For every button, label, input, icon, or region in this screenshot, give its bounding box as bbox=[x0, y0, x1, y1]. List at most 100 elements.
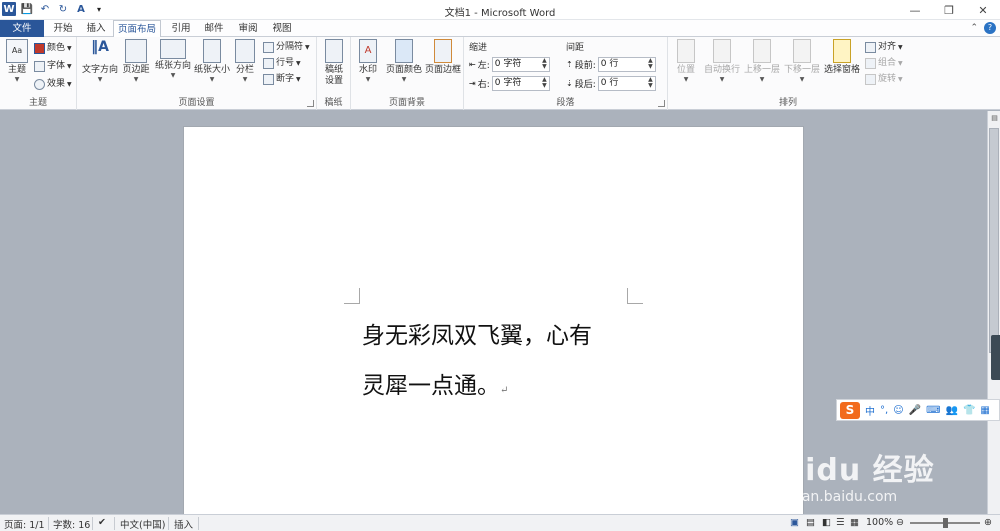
close-button[interactable]: ✕ bbox=[966, 0, 1000, 20]
effects-icon bbox=[34, 79, 45, 90]
theme-effects-label: 效果 bbox=[47, 79, 66, 89]
theme-colors-button[interactable]: 颜色 ▼ bbox=[34, 41, 72, 56]
web-layout-view-icon[interactable]: ◧ bbox=[822, 517, 831, 528]
status-divider bbox=[168, 517, 169, 530]
manuscript-label-2: 设置 bbox=[324, 76, 343, 86]
dialog-launcher-icon[interactable] bbox=[658, 100, 665, 107]
minimize-ribbon-icon[interactable]: ⌃ bbox=[970, 23, 978, 33]
margins-icon bbox=[125, 39, 147, 63]
watermark-label: 水印 bbox=[358, 65, 377, 75]
margins-button[interactable]: 页边距 ▼ bbox=[119, 39, 153, 84]
rotate-button[interactable]: 旋转 ▼ bbox=[865, 72, 903, 87]
zoom-slider-handle[interactable] bbox=[943, 518, 948, 528]
manuscript-setup-button[interactable]: 稿纸 设置 bbox=[321, 39, 347, 87]
dialog-launcher-icon[interactable] bbox=[307, 100, 314, 107]
zoom-out-icon[interactable]: ⊖ bbox=[896, 517, 904, 528]
ribbon-tabs: 文件 开始 插入 页面布局 引用 邮件 审阅 视图 ⌃ ? bbox=[0, 20, 1000, 38]
hyphenation-button[interactable]: 断字 ▼ bbox=[263, 72, 301, 87]
microphone-icon[interactable]: 🎤 bbox=[909, 405, 921, 416]
text-direction-button[interactable]: ‖A 文字方向 ▼ bbox=[80, 39, 120, 84]
align-label: 对齐 bbox=[878, 42, 897, 52]
zoom-level[interactable]: 100% bbox=[866, 517, 893, 528]
watermark-button[interactable]: A 水印 ▼ bbox=[355, 39, 381, 84]
chevron-down-icon: ▼ bbox=[799, 76, 805, 83]
indent-title: 缩进 bbox=[469, 43, 488, 53]
theme-colors-label: 颜色 bbox=[47, 43, 66, 53]
tab-references[interactable]: 引用 bbox=[166, 20, 196, 37]
word-count[interactable]: 字数: 16 bbox=[53, 517, 90, 531]
size-button[interactable]: 纸张大小 ▼ bbox=[193, 39, 231, 84]
page-borders-button[interactable]: 页面边框 bbox=[424, 39, 462, 76]
theme-effects-button[interactable]: 效果 ▼ bbox=[34, 77, 72, 92]
insert-mode[interactable]: 插入 bbox=[174, 517, 193, 531]
chevron-down-icon: ▼ bbox=[209, 76, 215, 83]
side-widget[interactable] bbox=[991, 335, 1000, 380]
page-count[interactable]: 页面: 1/1 bbox=[4, 517, 45, 531]
chevron-down-icon: ▼ bbox=[97, 76, 103, 83]
chevron-down-icon: ▼ bbox=[296, 76, 301, 83]
tab-view[interactable]: 视图 bbox=[267, 20, 297, 37]
hyphenation-label: 断字 bbox=[276, 74, 295, 84]
breaks-button[interactable]: 分隔符 ▼ bbox=[263, 40, 310, 55]
proofing-icon[interactable]: ✔ bbox=[98, 517, 106, 528]
reading-view-icon[interactable]: ▤ bbox=[806, 517, 815, 528]
group-label-paragraph: 段落 bbox=[556, 98, 575, 108]
bring-forward-label: 上移一层 bbox=[743, 65, 780, 75]
tab-home[interactable]: 开始 bbox=[48, 20, 78, 37]
group-manuscript: 稿纸 设置 稿纸 bbox=[317, 37, 351, 110]
group-icon bbox=[865, 58, 876, 69]
text-direction-icon: ‖A bbox=[91, 39, 109, 55]
draft-view-icon[interactable]: ▦ bbox=[850, 517, 859, 528]
tab-page-layout[interactable]: 页面布局 bbox=[113, 20, 161, 38]
indent-right-input[interactable]: 0 字符 ▲ ▼ bbox=[491, 76, 550, 91]
ruler-toggle-icon[interactable]: ▤ bbox=[989, 114, 1000, 125]
group-objects-button[interactable]: 组合 ▼ bbox=[865, 56, 903, 71]
help-icon[interactable]: ? bbox=[984, 22, 996, 34]
chevron-down-icon: ▼ bbox=[67, 81, 72, 88]
selection-pane-button[interactable]: 选择窗格 bbox=[822, 39, 862, 76]
toolbox-icon[interactable]: ▦ bbox=[980, 405, 989, 416]
columns-icon bbox=[235, 39, 255, 63]
emoji-icon[interactable]: ☺ bbox=[893, 405, 903, 416]
ime-mode-toggle[interactable]: 中 bbox=[865, 403, 875, 418]
restore-button[interactable]: ❐ bbox=[932, 0, 966, 20]
send-backward-icon bbox=[793, 39, 811, 63]
sogou-logo-icon[interactable]: S bbox=[840, 401, 860, 419]
document-body[interactable]: 身无彩凤双飞翼，心有 灵犀一点通。↵ bbox=[362, 311, 642, 416]
indent-left-input[interactable]: 0 字符 ▲ ▼ bbox=[491, 57, 550, 72]
minimize-button[interactable]: — bbox=[898, 0, 932, 20]
orientation-button[interactable]: 纸张方向 ▼ bbox=[153, 39, 193, 80]
tab-mailings[interactable]: 邮件 bbox=[199, 20, 229, 37]
chevron-down-icon: ▼ bbox=[242, 76, 248, 83]
zoom-in-icon[interactable]: ⊕ bbox=[984, 517, 992, 528]
send-backward-label: 下移一层 bbox=[783, 65, 820, 75]
tab-review[interactable]: 审阅 bbox=[233, 20, 263, 37]
keyboard-icon[interactable]: ⌨ bbox=[926, 405, 940, 416]
scrollbar-thumb[interactable] bbox=[989, 128, 999, 353]
ime-punctuation-icon[interactable]: °, bbox=[880, 405, 888, 416]
wrap-text-button[interactable]: 自动换行 ▼ bbox=[702, 39, 742, 84]
document-page[interactable]: 身无彩凤双飞翼，心有 灵犀一点通。↵ bbox=[183, 126, 804, 514]
align-button[interactable]: 对齐 ▼ bbox=[865, 40, 903, 55]
status-divider bbox=[198, 517, 199, 530]
margin-corner-mark bbox=[627, 288, 643, 304]
bring-forward-button[interactable]: 上移一层 ▼ bbox=[742, 39, 782, 84]
spacing-before-input[interactable]: 0 行 ▲ ▼ bbox=[597, 57, 656, 72]
language-indicator[interactable]: 中文(中国) bbox=[120, 517, 165, 531]
user-icon[interactable]: 👥 bbox=[946, 405, 958, 416]
send-backward-button[interactable]: 下移一层 ▼ bbox=[782, 39, 822, 84]
position-button[interactable]: 位置 ▼ bbox=[672, 39, 700, 84]
page-color-button[interactable]: 页面颜色 ▼ bbox=[384, 39, 424, 84]
tab-file[interactable]: 文件 bbox=[0, 20, 44, 37]
spacing-after-input[interactable]: 0 行 ▲ ▼ bbox=[597, 76, 656, 91]
outline-view-icon[interactable]: ☰ bbox=[836, 517, 845, 528]
tab-insert[interactable]: 插入 bbox=[81, 20, 111, 37]
skin-icon[interactable]: 👕 bbox=[963, 405, 975, 416]
chevron-down-icon: ▼ bbox=[401, 76, 407, 83]
line-numbers-button[interactable]: 行号 ▼ bbox=[263, 56, 301, 71]
print-layout-view-icon[interactable]: ▣ bbox=[790, 517, 799, 528]
themes-button[interactable]: Aa 主题 ▼ bbox=[3, 39, 31, 84]
theme-fonts-button[interactable]: 字体 ▼ bbox=[34, 59, 72, 74]
columns-button[interactable]: 分栏 ▼ bbox=[233, 39, 257, 84]
watermark-sub-text: jingyan.baidu.com bbox=[768, 489, 898, 505]
